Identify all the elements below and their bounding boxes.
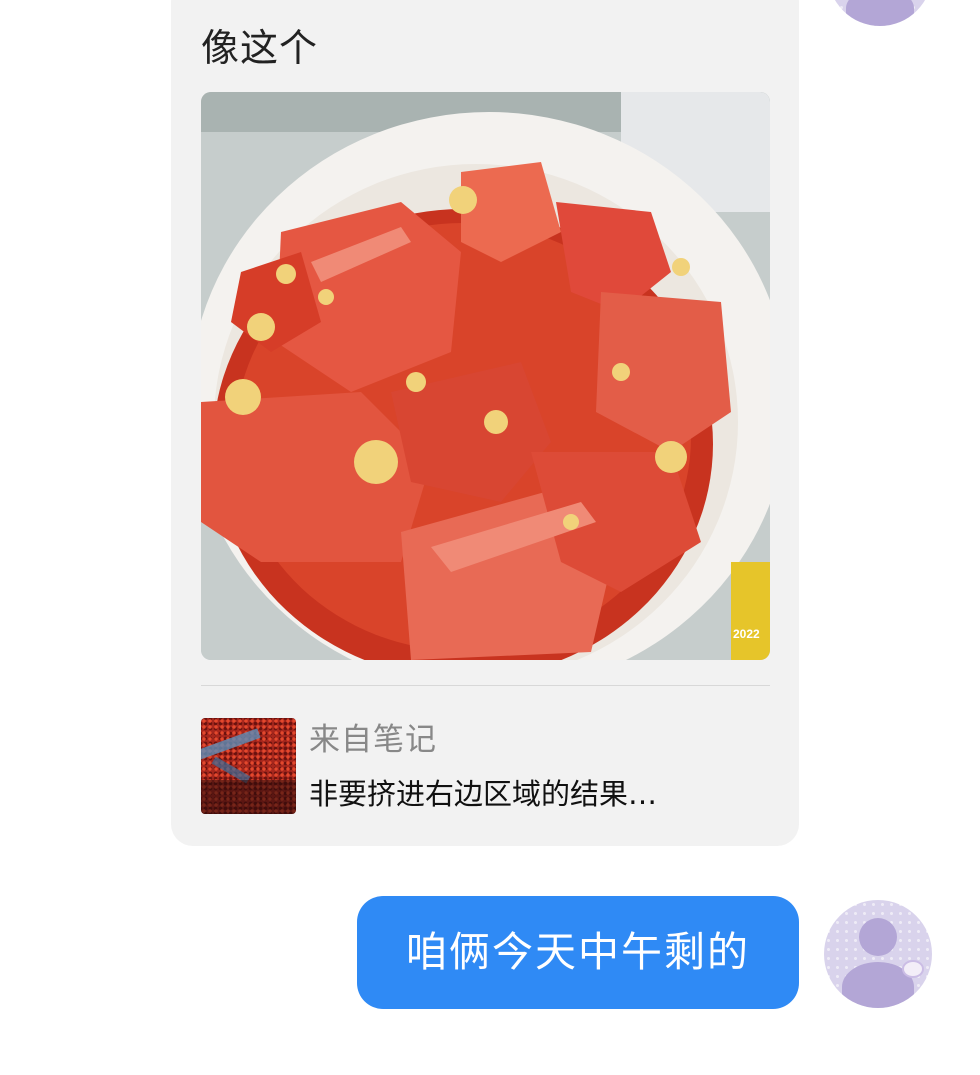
avatar[interactable] — [824, 900, 932, 1008]
avatar[interactable] — [828, 0, 932, 26]
note-source[interactable]: 来自笔记 非要挤进右边区域的结果… — [201, 718, 770, 816]
avatar-sticker-icon — [902, 960, 924, 978]
note-photo[interactable]: 2022 — [201, 92, 770, 660]
avatar-body-icon — [846, 0, 914, 26]
source-label: 来自笔记 — [309, 722, 437, 758]
note-title: 非要挤进右边区域的结果… — [309, 777, 658, 811]
photo-watermark: 2022 — [733, 627, 760, 641]
outgoing-message-bubble[interactable]: 咱俩今天中午剩的 — [357, 896, 799, 1009]
avatar-head-icon — [859, 918, 897, 956]
note-thumbnail — [201, 718, 296, 814]
card-divider — [201, 685, 770, 686]
message-caption: 像这个 — [201, 26, 319, 70]
tomato-egg-dish-icon: 2022 — [201, 92, 770, 660]
